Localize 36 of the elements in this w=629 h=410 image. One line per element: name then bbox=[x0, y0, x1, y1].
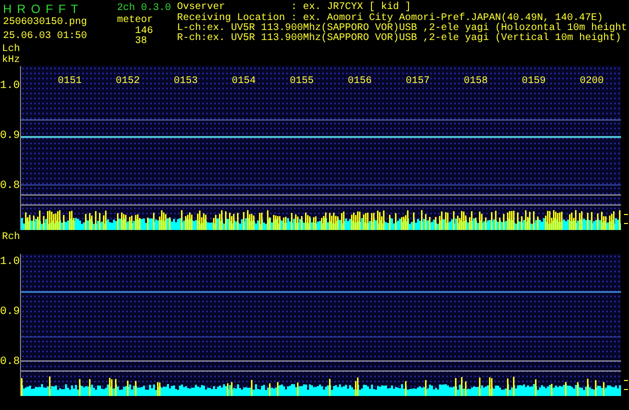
version-label: 2ch 0.3.0 bbox=[117, 2, 172, 15]
tick-mark-icon bbox=[624, 380, 628, 381]
axis-tick-label: 1.0 bbox=[0, 80, 20, 92]
channel-label: Lch bbox=[2, 44, 22, 55]
time-label: 0200 bbox=[580, 76, 604, 88]
axis-tick-label: 0.8 bbox=[0, 180, 20, 192]
channel-info: L-ch:ex. UV5R 113.900Mhz(SAPPORO VOR)USB ,2-ele yagi (Holozontal 10m height bbox=[177, 24, 628, 34]
time-label: 0153 bbox=[174, 76, 198, 88]
info-value: : ex. JR7CYX [ kid ] bbox=[291, 2, 412, 13]
time-label: 0152 bbox=[116, 76, 140, 88]
date-time: 25.06.03 01:50 bbox=[3, 31, 88, 43]
file-name: 2506030150.png bbox=[3, 17, 88, 29]
time-label: 0157 bbox=[406, 76, 430, 88]
mode-label: meteor bbox=[117, 15, 154, 26]
tick-mark-icon bbox=[624, 223, 628, 224]
axis-tick-label: 0.9 bbox=[0, 130, 20, 142]
axis-tick-label: 1.0 bbox=[0, 256, 20, 268]
axis-tick-label: 0.8 bbox=[0, 356, 20, 368]
rch-count: 38 bbox=[134, 37, 148, 47]
unit-label: kHz bbox=[2, 55, 22, 66]
info-value: : ex. Aomori City Aomori-Pref.JAPAN(40.49N, 140.47E) bbox=[291, 13, 604, 24]
time-label: 0158 bbox=[464, 76, 488, 88]
time-label: 0156 bbox=[348, 76, 372, 88]
time-label: 0159 bbox=[522, 76, 546, 88]
app-name: H R O F F T bbox=[3, 2, 80, 16]
channel-label: Rch bbox=[2, 232, 22, 243]
info-label: Ovserver bbox=[177, 2, 226, 13]
tick-mark-icon bbox=[624, 389, 628, 390]
info-label: Receiving Location bbox=[177, 13, 286, 24]
time-label: 0151 bbox=[58, 76, 82, 88]
time-label: 0155 bbox=[290, 76, 314, 88]
channel-info: R-ch:ex. UV5R 113.900Mhz(SAPPORO VOR)USB ,2-ele yagi (Vertical 10m height) bbox=[177, 34, 622, 44]
axis-tick-label: 0.9 bbox=[0, 306, 20, 318]
time-label: 0154 bbox=[232, 76, 256, 88]
lch-count: 146 bbox=[134, 27, 154, 37]
tick-mark-icon bbox=[624, 214, 628, 215]
